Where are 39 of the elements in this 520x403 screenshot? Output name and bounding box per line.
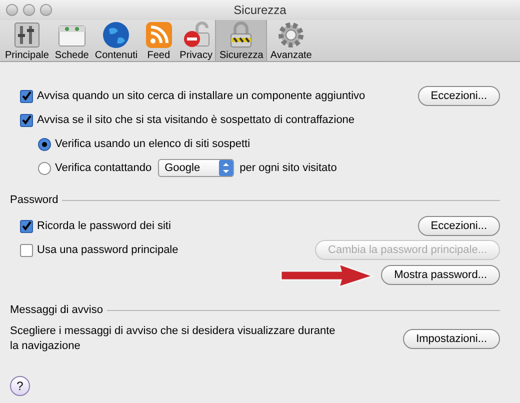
checkbox[interactable] xyxy=(20,220,33,232)
toolbar-tab[interactable]: Feed xyxy=(140,19,177,61)
section-heading: Messaggi di avviso xyxy=(10,302,103,318)
toolbar-tab[interactable]: Schede xyxy=(52,19,92,61)
radio-button[interactable] xyxy=(38,138,51,150)
window-control[interactable] xyxy=(23,4,35,16)
option-label: Avvisa quando un sito cerca di installare un componente aggiuntivo xyxy=(37,88,366,104)
gear-icon xyxy=(276,20,306,50)
checkbox[interactable] xyxy=(20,90,33,102)
checkbox[interactable] xyxy=(20,244,33,256)
option-label: Ricorda le password dei siti xyxy=(37,218,171,234)
dropdown[interactable]: Google xyxy=(158,159,234,177)
push-button[interactable]: Eccezioni... xyxy=(418,86,500,106)
option-label: Verifica contattando xyxy=(55,160,152,176)
window-title: Sicurezza xyxy=(234,2,286,19)
stepper-icon xyxy=(218,160,233,176)
option-label: Usa una password principale xyxy=(37,242,178,258)
window-control[interactable] xyxy=(40,4,52,16)
push-button[interactable]: Mostra password... xyxy=(381,265,500,285)
arrow-icon xyxy=(279,262,376,288)
option-label: Verifica usando un elenco di siti sospetti xyxy=(55,136,250,152)
checkbox[interactable] xyxy=(20,114,33,126)
push-button[interactable]: Eccezioni... xyxy=(418,216,500,236)
toolbar-tab[interactable]: Privacy xyxy=(176,19,216,61)
toolbar-tab[interactable]: Avanzate xyxy=(267,19,315,61)
feed-icon xyxy=(144,20,174,50)
toolbar-tab[interactable]: Sicurezza xyxy=(215,19,268,61)
section-heading: Password xyxy=(10,192,58,208)
description-text: Scegliere i messaggi di avviso che si desidera visualizzare durante la navigazione xyxy=(10,324,336,354)
push-button[interactable]: Impostazioni... xyxy=(403,329,500,349)
help-button[interactable]: ? xyxy=(10,376,30,396)
globe-icon xyxy=(101,20,132,50)
toolbar-tab[interactable]: Principale xyxy=(2,19,52,61)
option-label: Avvisa se il sito che si sta visitando è sospettato di contraffazione xyxy=(37,112,355,128)
toolbar-tab[interactable]: Contenuti xyxy=(92,19,141,61)
radio-button[interactable] xyxy=(38,162,51,174)
panel-icon xyxy=(12,20,42,50)
option-label: per ogni sito visitato xyxy=(240,160,337,176)
window-control[interactable] xyxy=(6,4,18,16)
